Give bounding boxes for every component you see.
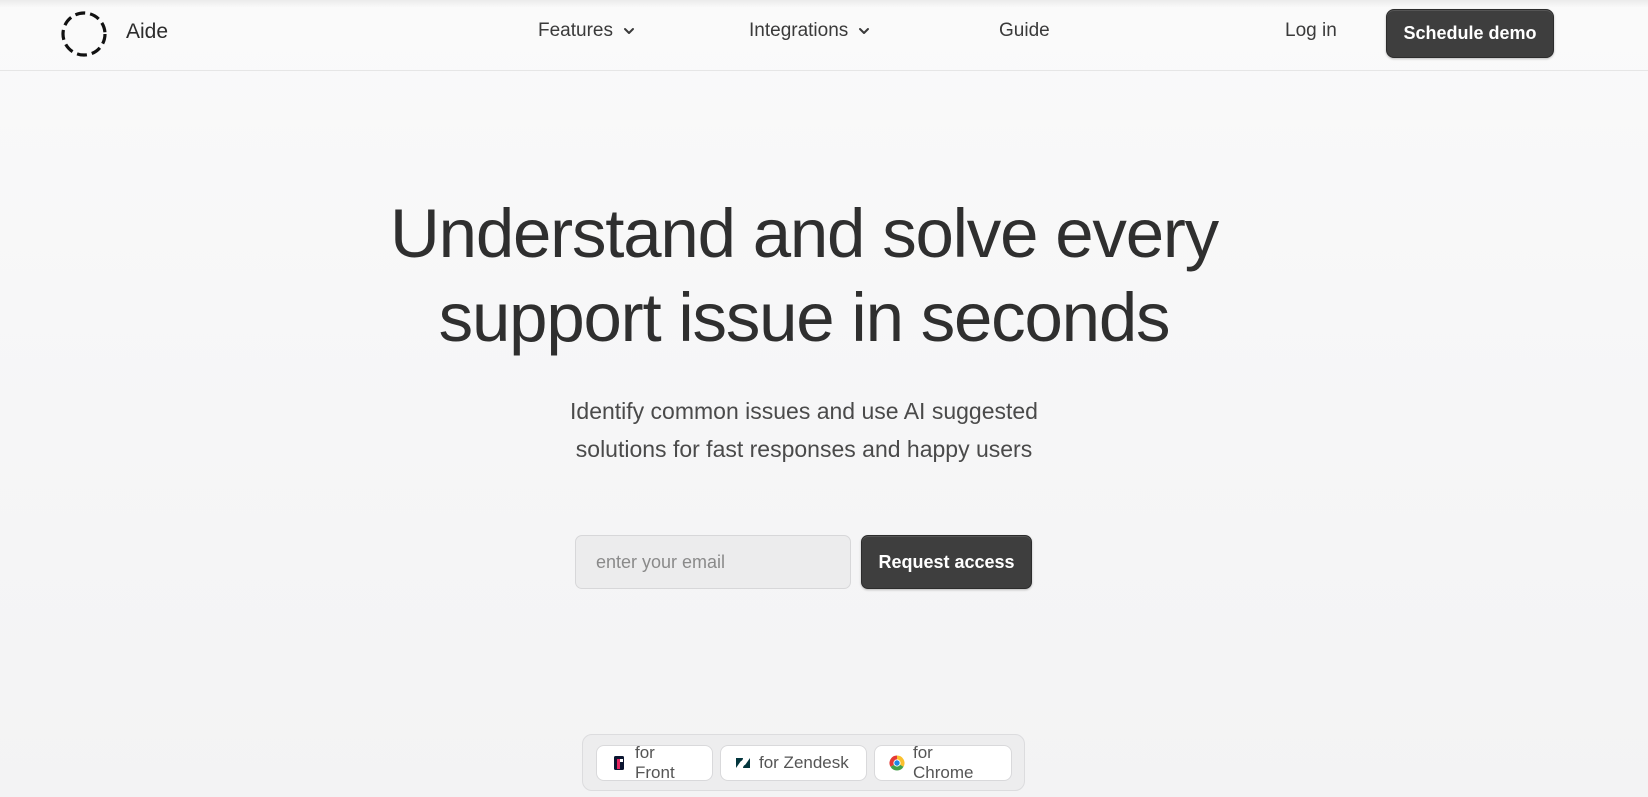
login-link[interactable]: Log in [1285, 20, 1337, 42]
nav-guide[interactable]: Guide [999, 20, 1050, 42]
nav-guide-label: Guide [999, 20, 1050, 41]
headline-line-2: support issue in seconds [438, 279, 1171, 356]
hero-subline: Identify common issues and use AI sugges… [0, 392, 1608, 468]
integration-zendesk-chip[interactable]: for Zendesk [720, 745, 867, 781]
integrations-tray: for Front for Zendesk for Chrome [582, 734, 1025, 791]
integration-front-label: for Front [635, 743, 675, 782]
nav-integrations-label: Integrations [749, 20, 849, 41]
zendesk-icon [736, 758, 750, 768]
email-input[interactable] [575, 535, 851, 589]
nav-features[interactable]: Features [538, 20, 636, 42]
chrome-icon [889, 755, 905, 771]
integration-front-chip[interactable]: for Front [596, 743, 713, 782]
login-label: Log in [1285, 20, 1337, 41]
subline-line-2: solutions for fast responses and happy u… [575, 436, 1033, 462]
integration-chrome-chip[interactable]: for Chrome [874, 743, 1012, 782]
integration-chrome-label: for Chrome [913, 743, 974, 782]
brand-name[interactable]: Aide [126, 20, 168, 44]
site-header: Aide Features Integrations Guide Log in … [0, 0, 1648, 71]
front-icon [614, 756, 624, 770]
headline-line-1: Understand and solve every [390, 195, 1219, 272]
nav-integrations[interactable]: Integrations [749, 20, 871, 42]
nav-features-label: Features [538, 20, 613, 41]
subline-line-1: Identify common issues and use AI sugges… [570, 398, 1038, 424]
chevron-down-icon [623, 28, 634, 34]
chevron-down-icon [859, 28, 870, 34]
dashed-circle-icon[interactable] [60, 10, 108, 58]
schedule-demo-button[interactable]: Schedule demo [1386, 9, 1554, 58]
request-access-button[interactable]: Request access [861, 535, 1032, 589]
hero-headline: Understand and solve every support issue… [0, 192, 1608, 360]
integration-zendesk-label: for Zendesk [759, 753, 849, 772]
